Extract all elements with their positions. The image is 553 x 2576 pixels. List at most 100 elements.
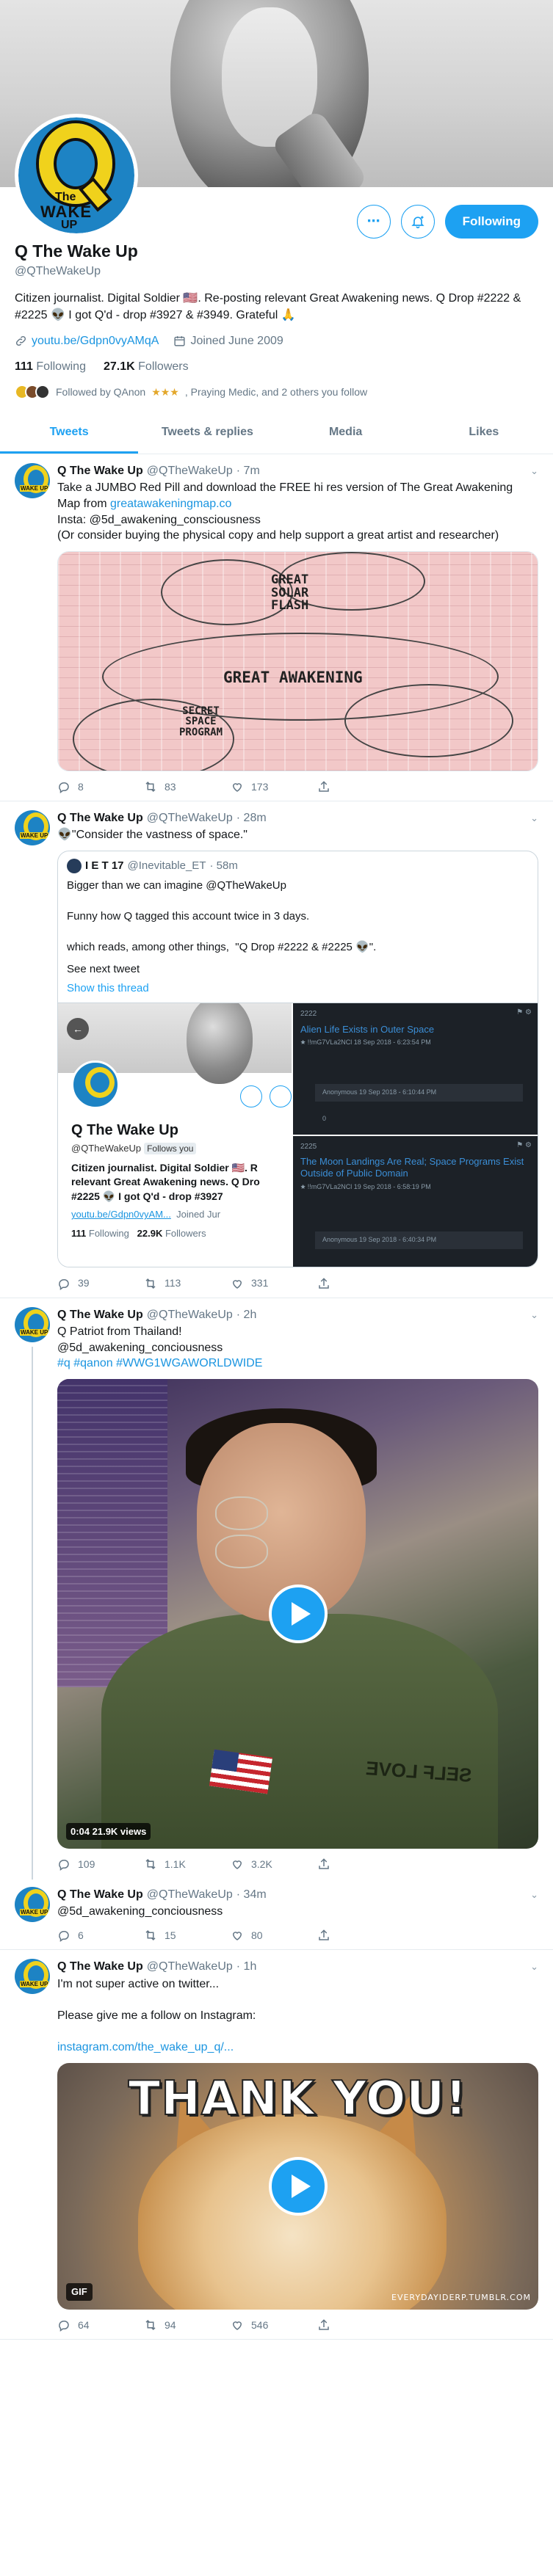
heart-icon — [232, 2321, 242, 2330]
quoted-author-name: I E T 17 — [85, 859, 124, 872]
tweet-actions: 109 1.1K 3.2K — [57, 1858, 538, 1871]
chevron-down-icon[interactable]: ⌄ — [530, 1960, 538, 1973]
reply-icon — [59, 1860, 69, 1871]
tweet-author-handle[interactable]: @QTheWakeUp — [147, 1887, 233, 1902]
tweet-author-name[interactable]: Q The Wake Up — [57, 463, 143, 479]
tweet-author-name[interactable]: Q The Wake Up — [57, 1959, 143, 1974]
retweet-button[interactable]: 15 — [144, 1929, 231, 1942]
tweet-time[interactable]: · 34m — [236, 1887, 267, 1902]
profile-link[interactable]: youtu.be/Gdpn0vyAMqA — [32, 333, 159, 349]
reply-button[interactable]: 8 — [57, 780, 144, 793]
tweet-actions: 64 94 546 — [57, 2318, 538, 2332]
share-icon — [319, 781, 329, 792]
retweet-icon — [145, 1278, 156, 1289]
more-options-button[interactable]: ⋯ — [356, 205, 391, 239]
more-icon: ⋯ — [366, 214, 380, 229]
share-icon — [319, 1277, 329, 1289]
joined-date: Joined June 2009 — [190, 334, 283, 347]
notifications-button[interactable] — [400, 205, 435, 239]
share-button[interactable] — [317, 780, 330, 793]
retweet-button[interactable]: 1.1K — [144, 1858, 231, 1871]
q-drop-2225: ⚑ ⚙ 2225 The Moon Landings Are Real; Spa… — [293, 1135, 538, 1267]
tweet[interactable]: Q The Wake Up @QTheWakeUp · 2h ⌄ Q Patri… — [0, 1298, 553, 1880]
tweet-link[interactable]: greatawakeningmap.co — [110, 498, 231, 510]
reply-button[interactable]: 6 — [57, 1929, 144, 1943]
reply-button[interactable]: 109 — [57, 1858, 144, 1871]
retweet-button[interactable]: 113 — [144, 1276, 231, 1289]
share-button[interactable] — [317, 2318, 330, 2332]
tweet-avatar[interactable] — [15, 1306, 50, 1342]
q-drop-screenshots: ⚑ ⚙ 2222 Alien Life Exists in Outer Spac… — [293, 1003, 538, 1267]
tweet-author-name[interactable]: Q The Wake Up — [57, 1887, 143, 1902]
following-stat[interactable]: 111 Following — [15, 359, 86, 374]
tweet-author-handle[interactable]: @QTheWakeUp — [147, 1959, 233, 1974]
tweet-time[interactable]: · 7m — [236, 463, 260, 479]
heart-icon — [232, 1279, 242, 1289]
bell-plus-icon — [411, 216, 424, 229]
quoted-media[interactable]: ← Q The Wake Up @QTheWakeUp Follows you C… — [58, 1003, 538, 1267]
share-button[interactable] — [317, 1929, 330, 1942]
play-button[interactable] — [268, 2156, 328, 2216]
reply-icon — [59, 2320, 69, 2332]
tab-media[interactable]: Media — [277, 412, 415, 454]
great-awakening-map: GREAT SOLAR FLASH GREAT AWAKENING SECRET… — [58, 551, 538, 771]
following-button[interactable]: Following — [444, 205, 538, 239]
quoted-tweet[interactable]: I E T 17 @Inevitable_ET · 58m Bigger tha… — [57, 850, 538, 1268]
play-button[interactable] — [268, 1584, 328, 1643]
tweet-avatar[interactable] — [15, 1959, 50, 1995]
share-button[interactable] — [317, 1276, 330, 1289]
tweet[interactable]: Q The Wake Up @QTheWakeUp · 28m ⌄ 👽"Cons… — [0, 801, 553, 1298]
tweet-author-name[interactable]: Q The Wake Up — [57, 1307, 143, 1322]
tweet-avatar[interactable] — [15, 810, 50, 846]
reply-icon — [59, 782, 69, 793]
retweet-button[interactable]: 83 — [144, 780, 231, 793]
map-label-secret-space: SECRET SPACE PROGRAM — [179, 705, 223, 739]
tweet[interactable]: Q The Wake Up @QTheWakeUp · 7m ⌄ Take a … — [0, 454, 553, 802]
like-button[interactable]: 546 — [231, 2318, 317, 2332]
tweet-gif[interactable]: THANK YOU! EVERYDAYIDERP.TUMBLR.COM GIF — [57, 2062, 538, 2310]
chevron-down-icon[interactable]: ⌄ — [530, 1309, 538, 1321]
tweet-image[interactable]: GREAT SOLAR FLASH GREAT AWAKENING SECRET… — [57, 550, 538, 771]
tweet-time[interactable]: · 28m — [236, 810, 267, 826]
tweet-avatar[interactable] — [15, 1887, 50, 1923]
tweet-author-name[interactable]: Q The Wake Up — [57, 810, 143, 826]
tab-tweets[interactable]: Tweets — [0, 412, 139, 454]
video-duration-views: 0:04 21.9K views — [66, 1822, 151, 1840]
quoted-text: Bigger than we can imagine @QTheWakeUp F… — [67, 878, 377, 953]
like-button[interactable]: 3.2K — [231, 1858, 317, 1871]
tweet-author-handle[interactable]: @QTheWakeUp — [147, 1307, 233, 1322]
tweet-author-handle[interactable]: @QTheWakeUp — [147, 463, 233, 479]
map-label-solar-flash: GREAT SOLAR FLASH — [271, 572, 309, 614]
tweet-video[interactable]: SELF LOVE 0:04 21.9K views — [57, 1378, 538, 1849]
like-button[interactable]: 331 — [231, 1276, 317, 1289]
chevron-down-icon[interactable]: ⌄ — [530, 812, 538, 824]
tweet[interactable]: Q The Wake Up @QTheWakeUp · 1h ⌄ I'm not… — [0, 1950, 553, 2340]
like-button[interactable]: 80 — [231, 1929, 317, 1942]
reply-icon — [59, 1931, 69, 1943]
tweet-hashtags[interactable]: #q #qanon #WWG1WGAWORLDWIDE — [57, 1357, 262, 1369]
tweet-avatar[interactable] — [15, 463, 50, 499]
show-thread-link[interactable]: Show this thread — [67, 981, 529, 1003]
tweet-time[interactable]: · 2h — [236, 1307, 257, 1322]
tweet-author-handle[interactable]: @QTheWakeUp — [147, 810, 233, 826]
profile-avatar[interactable]: The WAKE UP — [15, 114, 138, 237]
tab-tweets-replies[interactable]: Tweets & replies — [138, 412, 276, 454]
retweet-button[interactable]: 94 — [144, 2318, 231, 2332]
reply-button[interactable]: 39 — [57, 1276, 144, 1290]
tweet-text: I'm not super active on twitter... Pleas… — [57, 1977, 256, 2053]
followers-stat[interactable]: 27.1K Followers — [104, 359, 189, 374]
tweet-time[interactable]: · 1h — [236, 1959, 257, 1974]
q-drop-2222: ⚑ ⚙ 2222 Alien Life Exists in Outer Spac… — [293, 1003, 538, 1135]
chevron-down-icon[interactable]: ⌄ — [530, 465, 538, 477]
like-button[interactable]: 173 — [231, 780, 317, 793]
instagram-link[interactable]: instagram.com/the_wake_up_q/... — [57, 2041, 234, 2053]
quoted-time: · 58m — [209, 859, 238, 872]
followed-by[interactable]: Followed by QAnon ★★★ , Praying Medic, a… — [15, 385, 538, 400]
reply-button[interactable]: 64 — [57, 2318, 144, 2332]
tab-likes[interactable]: Likes — [415, 412, 553, 454]
profile-tabs: Tweets Tweets & replies Media Likes — [0, 412, 553, 455]
map-label-great-awakening: GREAT AWAKENING — [223, 668, 363, 686]
chevron-down-icon[interactable]: ⌄ — [530, 1888, 538, 1901]
tweet[interactable]: Q The Wake Up @QTheWakeUp · 34m ⌄ @5d_aw… — [0, 1878, 553, 1951]
share-button[interactable] — [317, 1858, 330, 1871]
